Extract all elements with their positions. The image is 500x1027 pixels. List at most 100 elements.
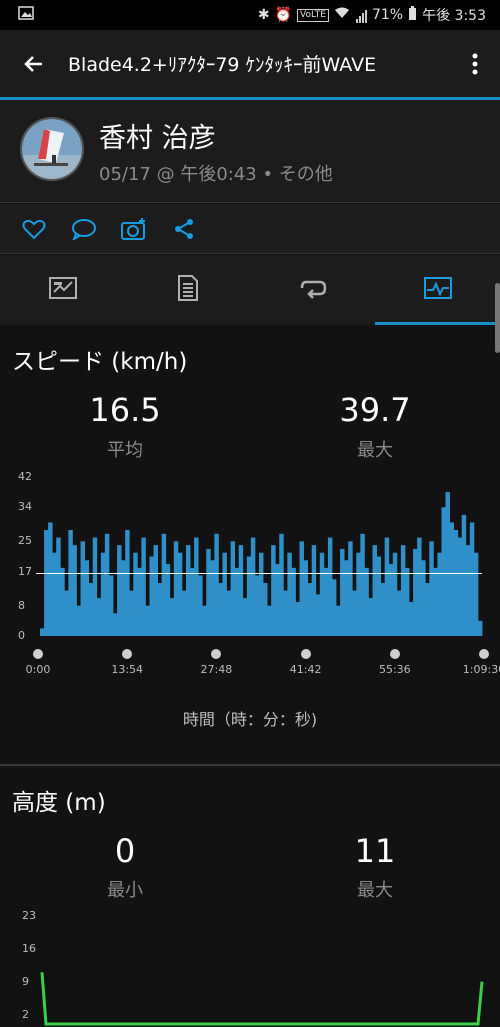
speed-bar <box>283 590 288 636</box>
speed-bar <box>421 560 426 636</box>
back-arrow-icon[interactable] <box>0 52 68 76</box>
speed-bar <box>311 545 317 636</box>
speed-bar <box>242 598 248 636</box>
speed-bar <box>319 552 325 636</box>
alarm-icon: ⏰ <box>274 7 293 23</box>
speed-bar <box>202 605 207 636</box>
altitude-min-label: 最小 <box>107 880 143 901</box>
document-list-icon <box>177 274 199 306</box>
tab-laps[interactable] <box>250 255 375 325</box>
speed-bar <box>133 552 138 636</box>
speed-bar <box>396 590 402 636</box>
speed-bar <box>388 564 394 636</box>
speed-bar <box>409 601 414 636</box>
speed-bar <box>96 598 102 636</box>
speed-bar <box>469 522 475 636</box>
speed-bar <box>226 590 231 636</box>
laps-loop-icon <box>298 276 328 304</box>
altitude-max-label: 最大 <box>357 880 393 901</box>
speed-y-tick: 8 <box>18 598 25 612</box>
speed-bar <box>254 575 260 636</box>
timeline-dot <box>122 649 133 659</box>
speed-bar <box>112 613 118 636</box>
speed-bar <box>404 567 410 636</box>
speed-average-value: 16.5 <box>89 391 161 429</box>
speed-bar <box>433 567 438 636</box>
speed-x-tick: 55:36 <box>378 663 411 676</box>
speed-bar <box>222 552 227 636</box>
speed-bar <box>157 583 163 636</box>
speed-bar <box>303 560 309 636</box>
speed-bar <box>68 530 73 636</box>
altitude-section-title: 高度 (m) <box>12 790 106 816</box>
speed-bar <box>299 541 304 636</box>
speed-bar <box>279 533 284 636</box>
clock: 午後 3:53 <box>422 8 486 24</box>
activity-header: 香村 治彦 05/17 @ 午後0:43 • その他 <box>0 100 500 203</box>
speed-bar <box>287 552 292 636</box>
add-photo-icon[interactable] <box>120 215 148 243</box>
status-bar: ✱ ⏰ VoLTE 71% 午後 3:53 <box>0 0 500 30</box>
speed-bar <box>117 545 122 636</box>
speed-bar <box>360 533 365 636</box>
speed-bar <box>64 590 69 636</box>
speed-bar <box>185 545 191 636</box>
tab-details[interactable] <box>125 255 250 325</box>
tab-overview[interactable] <box>0 255 125 325</box>
speed-bar <box>331 579 337 636</box>
timeline-dot <box>479 649 489 659</box>
speed-chart <box>36 492 483 636</box>
speed-bar <box>173 541 179 636</box>
speed-bar <box>121 560 126 636</box>
speed-bar <box>457 537 463 636</box>
speed-bar <box>323 567 329 636</box>
speed-bar <box>234 567 240 636</box>
speed-bar <box>372 545 377 636</box>
speed-bar <box>315 594 321 636</box>
like-heart-icon[interactable] <box>20 215 48 243</box>
speed-bar <box>40 628 45 636</box>
speed-bar <box>441 507 446 636</box>
speed-x-tick: 0:00 <box>25 663 51 676</box>
speed-bar <box>137 567 142 636</box>
comment-icon[interactable] <box>70 215 98 243</box>
speed-bar <box>356 552 361 636</box>
altitude-y-tick: 23 <box>22 909 36 922</box>
altitude-line <box>40 972 484 1026</box>
speed-bar <box>230 541 236 636</box>
speed-bar <box>104 533 110 636</box>
altitude-min-value: 0 <box>114 832 136 870</box>
share-icon[interactable] <box>170 215 198 243</box>
speed-bar <box>125 530 130 636</box>
scrollbar[interactable] <box>495 283 500 353</box>
speed-bar <box>52 552 57 636</box>
speed-bar <box>384 537 390 636</box>
app-bar: Blade4.2+ﾘｱｸﾀｰ79 ｹﾝﾀｯｷｰ前WAVE <box>0 30 500 97</box>
section-divider <box>0 764 500 766</box>
speed-bar <box>108 575 114 636</box>
speed-x-tick: 13:54 <box>111 663 144 676</box>
user-name[interactable]: 香村 治彦 <box>99 116 216 155</box>
speed-bar <box>295 601 300 636</box>
avatar[interactable] <box>20 117 84 181</box>
speed-bar <box>238 545 244 636</box>
speed-bar <box>271 545 276 636</box>
tab-charts[interactable] <box>375 255 500 325</box>
speed-bar <box>263 583 268 636</box>
signal-icon <box>355 7 367 23</box>
more-options-icon[interactable] <box>450 53 500 75</box>
speed-bar <box>449 522 455 636</box>
speed-y-tick: 25 <box>18 534 32 548</box>
speed-bar <box>141 537 146 636</box>
speed-bar <box>165 564 171 636</box>
speed-y-tick: 42 <box>18 470 32 483</box>
speed-bar <box>88 583 94 636</box>
speed-bar <box>453 530 459 636</box>
speed-average-label: 平均 <box>107 440 143 461</box>
gallery-notification-icon <box>18 6 34 24</box>
speed-bar <box>198 575 203 636</box>
speed-bar <box>417 537 422 636</box>
speed-bar <box>206 548 211 636</box>
speed-bar <box>72 545 77 636</box>
speed-y-tick: 34 <box>18 500 32 514</box>
